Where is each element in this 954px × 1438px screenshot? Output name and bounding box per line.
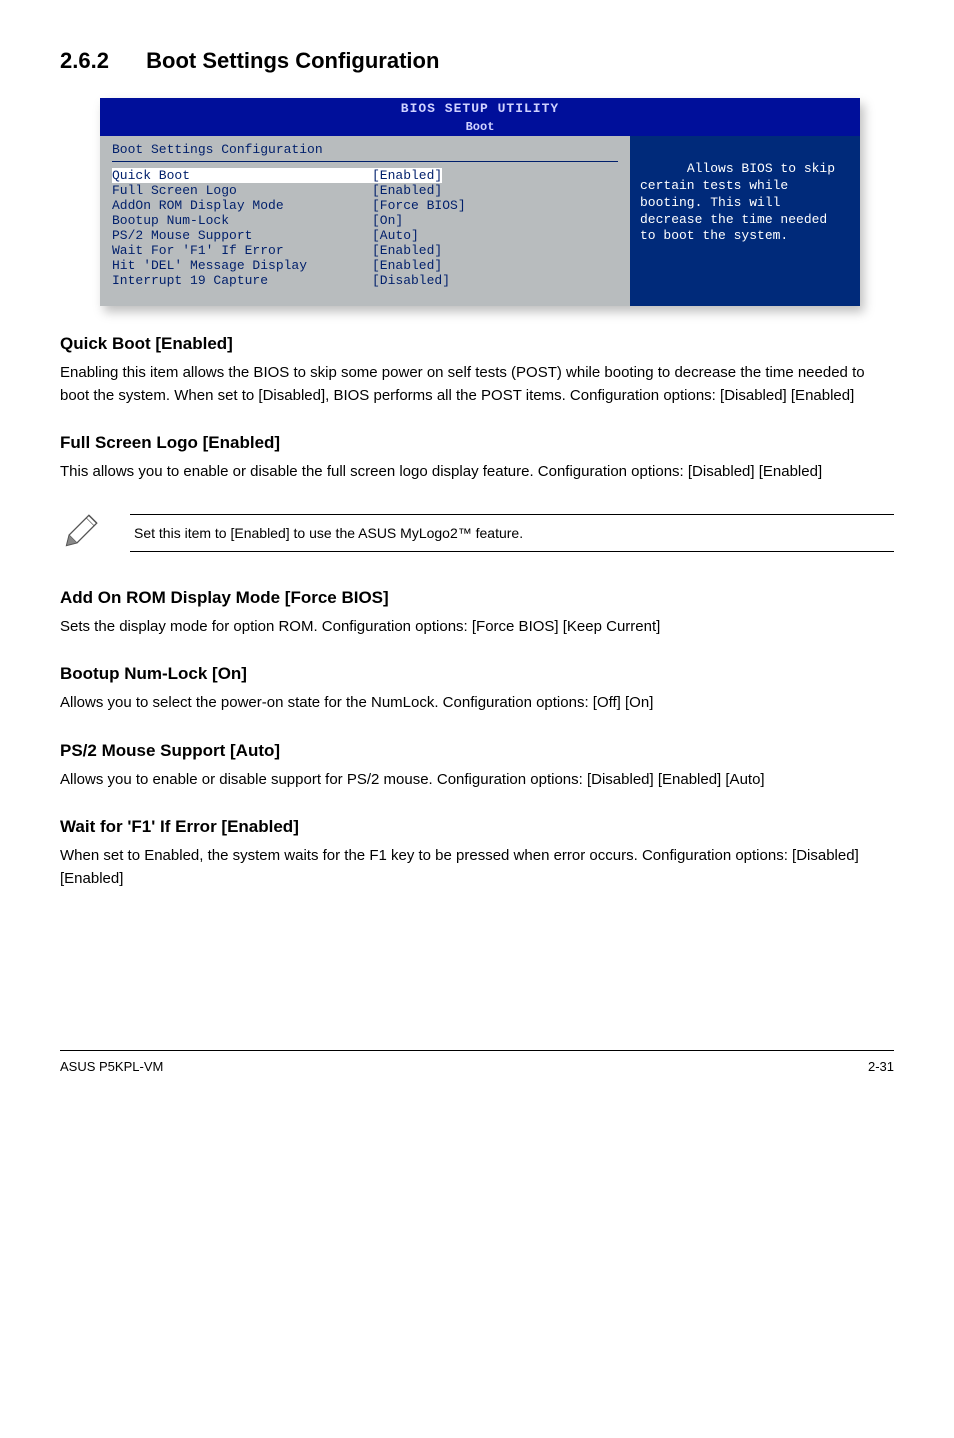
bios-row-label: Bootup Num-Lock [112,213,372,228]
bios-divider [112,161,618,162]
bios-row-label: Full Screen Logo [112,183,372,198]
bios-title-top: BIOS SETUP UTILITY [100,100,860,118]
bios-row: AddOn ROM Display Mode[Force BIOS] [112,198,618,213]
bios-row: Quick Boot[Enabled] [112,168,618,183]
bios-row-value: [Enabled] [372,168,442,183]
note-rule-top [130,514,894,515]
page-footer: ASUS P5KPL-VM 2-31 [60,1050,894,1074]
bios-row-label: AddOn ROM Display Mode [112,198,372,213]
section-heading: 2.6.2 Boot Settings Configuration [60,48,894,74]
bios-row-label: Hit 'DEL' Message Display [112,258,372,273]
quick-boot-heading: Quick Boot [Enabled] [60,334,894,354]
footer-left: ASUS P5KPL-VM [60,1059,163,1074]
full-screen-logo-heading: Full Screen Logo [Enabled] [60,433,894,453]
bios-row-label: Wait For 'F1' If Error [112,243,372,258]
bios-help-pane: Allows BIOS to skip certain tests while … [630,136,860,306]
bios-row-value: [Enabled] [372,243,442,258]
bios-row-label: PS/2 Mouse Support [112,228,372,243]
waitf1-body: When set to Enabled, the system waits fo… [60,845,894,890]
bios-row-value: [Auto] [372,228,419,243]
bios-row: PS/2 Mouse Support[Auto] [112,228,618,243]
note-rule-bottom [130,551,894,552]
bios-row-value: [Force BIOS] [372,198,466,213]
full-screen-logo-body: This allows you to enable or disable the… [60,461,894,484]
bios-title-sub: Boot [100,118,860,136]
bios-row-value: [On] [372,213,403,228]
bios-row: Wait For 'F1' If Error[Enabled] [112,243,618,258]
numlock-heading: Bootup Num-Lock [On] [60,664,894,684]
quick-boot-body: Enabling this item allows the BIOS to sk… [60,362,894,407]
bios-screenshot: BIOS SETUP UTILITY Boot Boot Settings Co… [100,98,860,306]
addon-rom-heading: Add On ROM Display Mode [Force BIOS] [60,588,894,608]
bios-help-text: Allows BIOS to skip certain tests while … [640,161,843,244]
ps2-heading: PS/2 Mouse Support [Auto] [60,741,894,761]
bios-row: Full Screen Logo[Enabled] [112,183,618,198]
bios-row-value: [Enabled] [372,183,442,198]
bios-row-value: [Disabled] [372,273,450,288]
numlock-body: Allows you to select the power-on state … [60,692,894,715]
footer-right: 2-31 [868,1059,894,1074]
section-title: Boot Settings Configuration [146,48,439,73]
bios-config-heading: Boot Settings Configuration [112,142,618,157]
note-text: Set this item to [Enabled] to use the AS… [130,525,894,541]
bios-row: Interrupt 19 Capture[Disabled] [112,273,618,288]
bios-titlebar: BIOS SETUP UTILITY Boot [100,98,860,136]
bios-row: Hit 'DEL' Message Display[Enabled] [112,258,618,273]
waitf1-heading: Wait for 'F1' If Error [Enabled] [60,817,894,837]
bios-row-label: Interrupt 19 Capture [112,273,372,288]
section-number: 2.6.2 [60,48,140,74]
bios-left-pane: Boot Settings Configuration Quick Boot[E… [100,136,630,306]
ps2-body: Allows you to enable or disable support … [60,769,894,792]
addon-rom-body: Sets the display mode for option ROM. Co… [60,616,894,639]
note-block: Set this item to [Enabled] to use the AS… [60,504,894,562]
bios-row: Bootup Num-Lock[On] [112,213,618,228]
pencil-icon [60,510,102,556]
bios-row-value: [Enabled] [372,258,442,273]
bios-row-label: Quick Boot [112,168,372,183]
